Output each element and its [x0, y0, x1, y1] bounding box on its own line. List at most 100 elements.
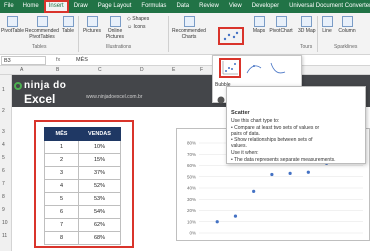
shapes-button[interactable]: ◇ Shapes: [127, 16, 149, 22]
pivotchart-button[interactable]: PivotChart: [268, 16, 294, 34]
3d-map-label: 3D Map: [298, 28, 316, 34]
cell-mes[interactable]: 6: [44, 205, 79, 219]
tab-data[interactable]: Data: [171, 0, 194, 13]
cell-vendas[interactable]: 68%: [78, 231, 121, 245]
cell-mes[interactable]: 8: [44, 231, 79, 245]
y-tick-label: 30%: [187, 197, 196, 202]
scatter-option-button[interactable]: [219, 58, 241, 78]
cell-vendas[interactable]: 10%: [78, 140, 121, 154]
tab-insert[interactable]: Insert: [43, 0, 69, 13]
column-header[interactable]: D: [140, 67, 144, 73]
tab-view[interactable]: View: [224, 0, 247, 13]
column-header[interactable]: F: [200, 67, 203, 73]
pivottable-button[interactable]: PivotTable: [1, 16, 24, 34]
row-header[interactable]: 3: [2, 129, 5, 135]
y-tick-label: 20%: [187, 208, 196, 213]
tooltip-when-bullet: • The data represents separate measureme…: [231, 157, 336, 163]
scatter-point[interactable]: [270, 172, 274, 177]
scatter-point[interactable]: [306, 170, 310, 174]
cell-mes[interactable]: 4: [44, 179, 79, 193]
cell-vendas[interactable]: 54%: [78, 205, 121, 219]
insert-scatter-chart-button[interactable]: [218, 27, 244, 45]
maps-button[interactable]: Maps: [252, 16, 266, 34]
icons-button[interactable]: ☺ Icons: [127, 24, 145, 30]
row-header[interactable]: 9: [2, 207, 5, 213]
recommended-charts-button[interactable]: Recommended Charts: [172, 16, 206, 40]
tooltip-bullet: • Show relationships between sets of val…: [231, 137, 313, 149]
row-header[interactable]: 10: [2, 220, 8, 226]
cell-mes[interactable]: 2: [44, 153, 79, 167]
tab-universal-document-converter[interactable]: Universal Document Converter: [284, 0, 370, 13]
table-icon: [62, 16, 74, 27]
tab-page-layout[interactable]: Page Layout: [93, 0, 137, 13]
sales-table: MÊS VENDAS 1 10% 2 15% 3 37% 4 52% 5 53% 6 54%…: [44, 127, 121, 245]
cell-mes[interactable]: 1: [44, 140, 79, 154]
recommended-pivottables-button[interactable]: Recommended PivotTables: [25, 16, 59, 40]
online-pictures-button[interactable]: Online Pictures: [104, 16, 126, 40]
scatter-chart-icon: [223, 31, 239, 41]
row-headers: 1 2 3 4 5 6 7 8 9 10 11: [0, 75, 12, 251]
cell-vendas[interactable]: 37%: [78, 166, 121, 180]
excel-window: File Home Insert Draw Page Layout Formul…: [0, 0, 370, 251]
pictures-icon: [86, 16, 98, 27]
row-header[interactable]: 8: [2, 194, 5, 200]
tooltip-use-for: Use this chart type to:: [231, 118, 280, 124]
tab-formulas[interactable]: Formulas: [136, 0, 171, 13]
column-header[interactable]: E: [172, 67, 175, 73]
y-tick-label: 60%: [187, 163, 196, 168]
scatter-smooth-lines-option[interactable]: [245, 60, 263, 76]
table-row: 5 53%: [44, 192, 121, 206]
row-header[interactable]: 11: [2, 233, 7, 239]
3d-map-button[interactable]: 3D Map: [298, 16, 316, 34]
scatter-lines-icon: [270, 62, 286, 74]
tab-draw[interactable]: Draw: [69, 0, 93, 13]
row-header[interactable]: 4: [2, 142, 5, 148]
cell-vendas[interactable]: 52%: [78, 179, 121, 193]
group-tours-label: Tours: [300, 44, 313, 50]
header-mes[interactable]: MÊS: [44, 127, 79, 141]
name-box[interactable]: B3: [1, 56, 46, 65]
recommended-charts-icon: [183, 16, 195, 27]
icons-label: Icons: [133, 24, 146, 30]
cell-vendas[interactable]: 53%: [78, 192, 121, 206]
line-label: Line: [322, 28, 332, 34]
table-button[interactable]: Table: [61, 16, 75, 34]
y-tick-label: 80%: [187, 141, 196, 146]
tab-home[interactable]: Home: [18, 0, 44, 13]
scatter-point[interactable]: [288, 171, 292, 175]
tooltip-bullet: • Compare at least two sets of values or…: [231, 125, 320, 137]
table-row: 6 54%: [44, 205, 121, 219]
tab-review[interactable]: Review: [194, 0, 224, 13]
row-header[interactable]: 1: [2, 87, 5, 93]
column-header[interactable]: B: [56, 67, 59, 73]
pictures-button[interactable]: Pictures: [82, 16, 102, 34]
row-header[interactable]: 7: [2, 181, 5, 187]
column-headers: A B C D E F: [0, 66, 370, 75]
tab-developer[interactable]: Developer: [247, 0, 284, 13]
tab-file[interactable]: File: [0, 0, 18, 13]
cell-vendas[interactable]: 62%: [78, 218, 121, 232]
maps-icon: [253, 16, 265, 27]
y-tick-label: 0%: [189, 231, 196, 236]
cell-mes[interactable]: 3: [44, 166, 79, 180]
table-label: Table: [62, 28, 74, 34]
fx-icon[interactable]: fx: [56, 55, 60, 66]
row-header[interactable]: 5: [2, 155, 5, 161]
maps-label: Maps: [252, 28, 266, 34]
row-header[interactable]: 6: [2, 168, 5, 174]
cell-mes[interactable]: 5: [44, 192, 79, 206]
cell-mes[interactable]: 7: [44, 218, 79, 232]
scatter-point[interactable]: [233, 214, 238, 218]
header-vendas[interactable]: VENDAS: [78, 127, 121, 141]
scatter-point[interactable]: [252, 189, 256, 193]
scatter-lines-option[interactable]: [269, 60, 287, 76]
banner-url: www.ninjadoexcel.com.br: [86, 94, 143, 100]
formula-input[interactable]: MÊS: [76, 55, 88, 66]
row-header[interactable]: 2: [2, 108, 5, 114]
cell-vendas[interactable]: 15%: [78, 153, 121, 167]
column-header[interactable]: C: [98, 67, 102, 73]
column-header[interactable]: A: [20, 67, 23, 73]
sparkline-column-button[interactable]: Column: [337, 16, 357, 34]
scatter-point[interactable]: [215, 220, 219, 224]
sparkline-line-button[interactable]: Line: [320, 16, 334, 34]
